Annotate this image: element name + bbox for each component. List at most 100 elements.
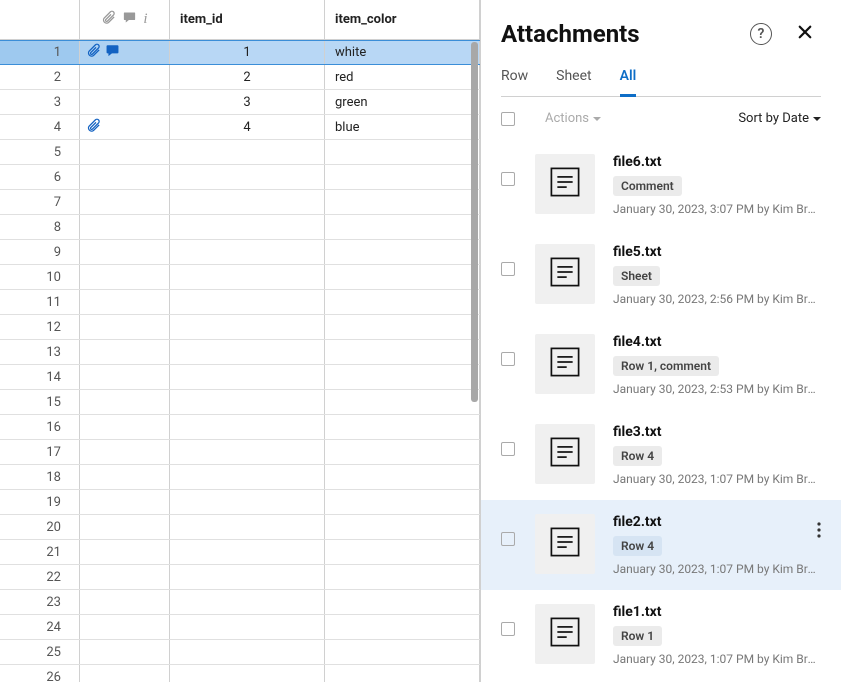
cell-item-id[interactable]	[170, 215, 325, 239]
table-row[interactable]: 23	[0, 590, 480, 615]
table-row[interactable]: 11	[0, 290, 480, 315]
row-number[interactable]: 15	[0, 390, 80, 414]
tab-all[interactable]: All	[620, 68, 637, 97]
row-number[interactable]: 5	[0, 140, 80, 164]
cell-item-color[interactable]	[325, 640, 480, 664]
cell-item-color[interactable]	[325, 140, 480, 164]
cell-item-color[interactable]: blue	[325, 115, 480, 139]
comment-icon[interactable]	[105, 43, 120, 62]
table-row[interactable]: 10	[0, 265, 480, 290]
row-number[interactable]: 25	[0, 640, 80, 664]
cell-item-color[interactable]	[325, 440, 480, 464]
cell-item-color[interactable]: green	[325, 90, 480, 114]
attachment-item[interactable]: file2.txtRow 4January 30, 2023, 1:07 PM …	[481, 500, 841, 590]
row-number[interactable]: 17	[0, 440, 80, 464]
row-number[interactable]: 6	[0, 165, 80, 189]
cell-item-id[interactable]	[170, 165, 325, 189]
row-number[interactable]: 19	[0, 490, 80, 514]
cell-item-id[interactable]	[170, 390, 325, 414]
cell-item-id[interactable]: 2	[170, 65, 325, 89]
row-number[interactable]: 20	[0, 515, 80, 539]
attachment-badge[interactable]: Row 4	[613, 536, 662, 556]
table-row[interactable]: 16	[0, 415, 480, 440]
cell-item-color[interactable]	[325, 615, 480, 639]
table-row[interactable]: 26	[0, 665, 480, 682]
row-number[interactable]: 9	[0, 240, 80, 264]
row-number[interactable]: 21	[0, 540, 80, 564]
cell-item-id[interactable]	[170, 490, 325, 514]
cell-item-color[interactable]	[325, 665, 480, 682]
row-number[interactable]: 7	[0, 190, 80, 214]
attachment-item[interactable]: file4.txtRow 1, commentJanuary 30, 2023,…	[481, 320, 841, 410]
row-number[interactable]: 13	[0, 340, 80, 364]
table-row[interactable]: 17	[0, 440, 480, 465]
attachment-badge[interactable]: Row 4	[613, 446, 662, 466]
attachment-icon[interactable]	[86, 43, 101, 62]
attachment-thumbnail[interactable]	[535, 514, 595, 574]
cell-item-color[interactable]	[325, 290, 480, 314]
help-button[interactable]: ?	[745, 18, 777, 50]
attachment-checkbox[interactable]	[501, 622, 515, 636]
cell-item-id[interactable]	[170, 590, 325, 614]
attachment-checkbox[interactable]	[501, 532, 515, 546]
cell-item-color[interactable]	[325, 415, 480, 439]
row-number[interactable]: 1	[0, 41, 80, 64]
cell-item-id[interactable]: 1	[170, 41, 325, 64]
cell-item-color[interactable]	[325, 340, 480, 364]
attachment-badge[interactable]: Row 1	[613, 626, 662, 646]
row-number[interactable]: 22	[0, 565, 80, 589]
table-row[interactable]: 12	[0, 315, 480, 340]
cell-item-color[interactable]	[325, 390, 480, 414]
select-all-checkbox[interactable]	[501, 112, 515, 126]
cell-item-color[interactable]	[325, 565, 480, 589]
cell-item-id[interactable]	[170, 265, 325, 289]
attachment-badge[interactable]: Comment	[613, 176, 682, 196]
cell-item-id[interactable]	[170, 465, 325, 489]
table-row[interactable]: 9	[0, 240, 480, 265]
attachment-checkbox[interactable]	[501, 262, 515, 276]
table-row[interactable]: 15	[0, 390, 480, 415]
cell-item-color[interactable]	[325, 540, 480, 564]
table-row[interactable]: 8	[0, 215, 480, 240]
cell-item-color[interactable]	[325, 215, 480, 239]
tab-row[interactable]: Row	[501, 68, 528, 96]
column-header-item-color[interactable]: item_color	[325, 0, 480, 39]
cell-item-color[interactable]	[325, 465, 480, 489]
row-number[interactable]: 8	[0, 215, 80, 239]
cell-item-id[interactable]	[170, 290, 325, 314]
cell-item-color[interactable]	[325, 590, 480, 614]
cell-item-id[interactable]	[170, 365, 325, 389]
table-row[interactable]: 44blue	[0, 115, 480, 140]
cell-item-color[interactable]	[325, 365, 480, 389]
attachment-item[interactable]: file5.txtSheetJanuary 30, 2023, 2:56 PM …	[481, 230, 841, 320]
cell-item-id[interactable]	[170, 315, 325, 339]
cell-item-id[interactable]	[170, 140, 325, 164]
more-menu-button[interactable]	[817, 522, 821, 542]
table-row[interactable]: 14	[0, 365, 480, 390]
table-row[interactable]: 13	[0, 340, 480, 365]
scrollbar[interactable]	[471, 42, 478, 402]
cell-item-id[interactable]	[170, 190, 325, 214]
table-row[interactable]: 22red	[0, 65, 480, 90]
attachment-item[interactable]: file3.txtRow 4January 30, 2023, 1:07 PM …	[481, 410, 841, 500]
table-row[interactable]: 33green	[0, 90, 480, 115]
row-number[interactable]: 14	[0, 365, 80, 389]
row-number[interactable]: 23	[0, 590, 80, 614]
cell-item-color[interactable]	[325, 515, 480, 539]
table-row[interactable]: 11white	[0, 40, 480, 65]
row-number[interactable]: 24	[0, 615, 80, 639]
row-number[interactable]: 18	[0, 465, 80, 489]
cell-item-id[interactable]: 3	[170, 90, 325, 114]
attachment-thumbnail[interactable]	[535, 334, 595, 394]
attachment-icon[interactable]	[86, 118, 101, 137]
attachment-badge[interactable]: Sheet	[613, 266, 660, 286]
table-row[interactable]: 6	[0, 165, 480, 190]
cell-item-color[interactable]: white	[325, 41, 480, 64]
attachment-checkbox[interactable]	[501, 172, 515, 186]
cell-item-id[interactable]	[170, 515, 325, 539]
table-row[interactable]: 5	[0, 140, 480, 165]
close-button[interactable]	[789, 18, 821, 50]
attachment-thumbnail[interactable]	[535, 154, 595, 214]
table-row[interactable]: 25	[0, 640, 480, 665]
attachment-item[interactable]: file6.txtCommentJanuary 30, 2023, 3:07 P…	[481, 140, 841, 230]
